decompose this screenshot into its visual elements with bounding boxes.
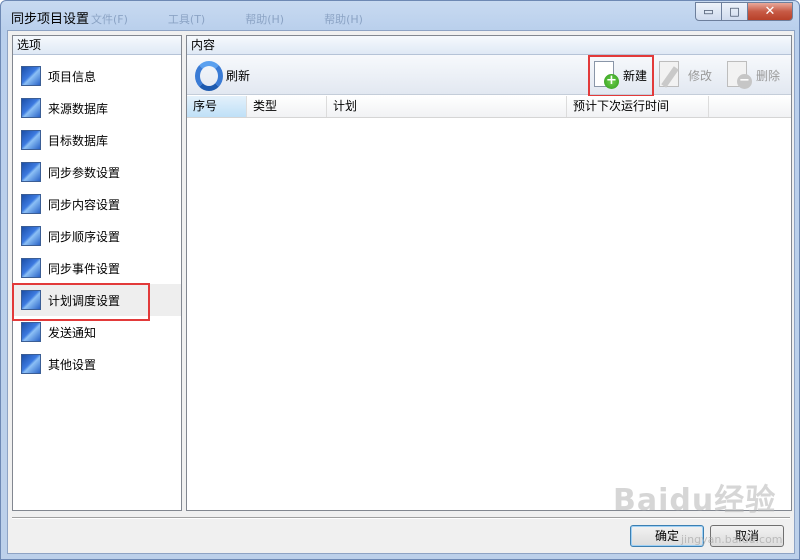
plus-icon: + [604, 74, 619, 89]
blue-square-icon [21, 162, 41, 182]
new-button[interactable]: + 新建 [587, 55, 655, 97]
window-controls: ▭ □ ✕ [695, 2, 793, 21]
options-list: 项目信息 来源数据库 目标数据库 同步参数设置 同步内容设置 同步顺序设置 同步… [12, 60, 181, 380]
content-panel-header: 内容 [187, 36, 791, 55]
option-label: 其他设置 [48, 357, 97, 372]
blue-square-icon [21, 290, 41, 310]
toolbar: 刷新 + 新建 修改 − 删除 [187, 55, 791, 97]
option-label: 目标数据库 [48, 133, 109, 148]
column-header-index[interactable]: 序号 [187, 96, 247, 117]
maximize-button[interactable]: □ [721, 2, 748, 21]
blue-square-icon [21, 98, 41, 118]
delete-label: 删除 [756, 68, 781, 83]
blue-square-icon [21, 258, 41, 278]
options-panel-header: 选项 [13, 36, 181, 55]
option-item-sync-content[interactable]: 同步内容设置 [13, 188, 181, 220]
window-title: 同步项目设置 [11, 12, 90, 27]
option-item-source-db[interactable]: 来源数据库 [13, 92, 181, 124]
edit-document-icon [657, 60, 685, 90]
refresh-label: 刷新 [226, 68, 251, 83]
option-label: 计划调度设置 [48, 293, 121, 308]
delete-button[interactable]: − 删除 [725, 59, 780, 91]
watermark-logo: Baidu经验 [613, 483, 777, 518]
blue-square-icon [21, 194, 41, 214]
delete-document-icon: − [725, 60, 753, 90]
option-label: 发送通知 [48, 325, 97, 340]
blue-square-icon [21, 354, 41, 374]
edit-label: 修改 [688, 68, 713, 83]
option-item-target-db[interactable]: 目标数据库 [13, 124, 181, 156]
edit-button[interactable]: 修改 [657, 59, 712, 91]
option-label: 同步事件设置 [48, 261, 121, 276]
blue-square-icon [21, 226, 41, 246]
option-label: 同步参数设置 [48, 165, 121, 180]
option-item-project-info[interactable]: 项目信息 [13, 60, 181, 92]
schedule-table-body[interactable] [187, 118, 791, 510]
blue-square-icon [21, 130, 41, 150]
option-label: 项目信息 [48, 69, 97, 84]
option-item-notification[interactable]: 发送通知 [13, 316, 181, 348]
blue-square-icon [21, 322, 41, 342]
option-item-other[interactable]: 其他设置 [13, 348, 181, 380]
new-document-icon: + [592, 60, 620, 90]
option-item-sync-params[interactable]: 同步参数设置 [13, 156, 181, 188]
new-label: 新建 [623, 68, 648, 83]
minus-icon: − [737, 74, 752, 89]
dialog-window: 文件(F) 工具(T) 帮助(H) 帮助(H) 同步项目设置 ▭ □ ✕ 选项 … [0, 0, 800, 560]
options-panel: 选项 项目信息 来源数据库 目标数据库 同步参数设置 同步内容设置 同步顺序设置… [12, 35, 182, 511]
content-panel: 内容 刷新 + 新建 修改 − 删除 序号 类型 计划 预计下次运行时间 [186, 35, 792, 511]
option-item-schedule[interactable]: 计划调度设置 [12, 283, 181, 321]
watermark-url: jingyan.baidu.com [681, 533, 783, 546]
option-item-sync-order[interactable]: 同步顺序设置 [13, 220, 181, 252]
refresh-icon [195, 61, 223, 91]
option-label: 同步内容设置 [48, 197, 121, 212]
option-item-sync-events[interactable]: 同步事件设置 [13, 252, 181, 284]
option-label: 同步顺序设置 [48, 229, 121, 244]
blue-square-icon [21, 66, 41, 86]
column-header-type[interactable]: 类型 [247, 96, 327, 117]
title-bar[interactable]: 同步项目设置 ▭ □ ✕ [1, 1, 799, 31]
minimize-button[interactable]: ▭ [695, 2, 722, 21]
column-header-filler [709, 96, 791, 117]
close-button[interactable]: ✕ [747, 2, 793, 21]
option-label: 来源数据库 [48, 101, 109, 116]
refresh-button[interactable]: 刷新 [195, 59, 250, 91]
column-header-plan[interactable]: 计划 [327, 96, 567, 117]
schedule-table-header: 序号 类型 计划 预计下次运行时间 [187, 96, 791, 118]
column-header-next-run[interactable]: 预计下次运行时间 [567, 96, 709, 117]
